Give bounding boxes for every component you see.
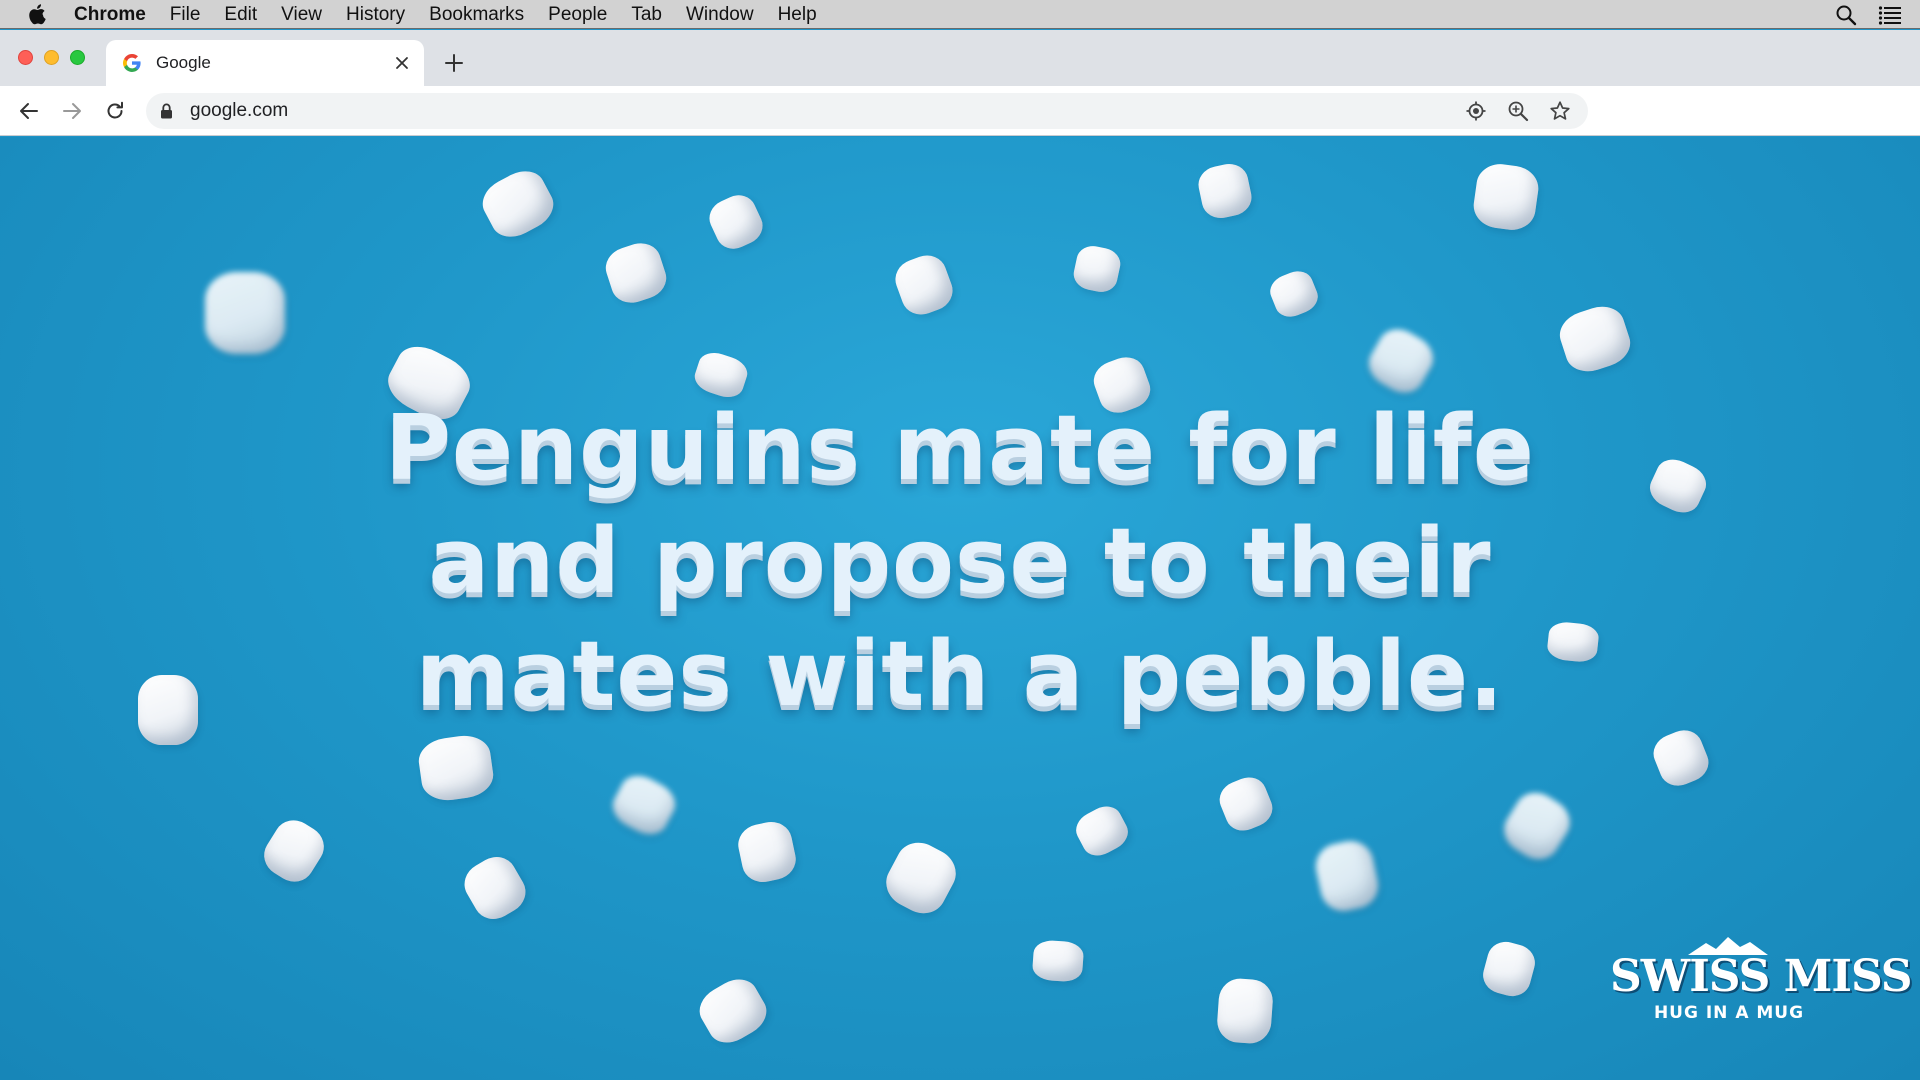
marshmallow-decoration bbox=[1648, 724, 1714, 792]
browser-tab-strip: Google bbox=[0, 30, 1920, 86]
marshmallow-decoration bbox=[692, 971, 774, 1051]
window-zoom-button[interactable] bbox=[70, 50, 85, 65]
marshmallow-decoration bbox=[600, 237, 672, 309]
menu-tab[interactable]: Tab bbox=[619, 0, 674, 29]
back-arrow-icon[interactable] bbox=[15, 97, 43, 125]
plus-icon[interactable] bbox=[439, 48, 469, 78]
tab-google[interactable]: Google bbox=[106, 40, 424, 86]
tab-title: Google bbox=[156, 53, 211, 72]
marshmallow-decoration bbox=[1070, 242, 1124, 296]
menu-history[interactable]: History bbox=[334, 0, 417, 29]
apple-icon[interactable] bbox=[26, 3, 50, 25]
google-g-icon bbox=[122, 53, 142, 73]
url-text[interactable]: google.com bbox=[190, 100, 1462, 122]
window-minimize-button[interactable] bbox=[44, 50, 59, 65]
forward-arrow-icon[interactable] bbox=[58, 97, 86, 125]
marshmallow-decoration bbox=[606, 768, 682, 842]
lock-icon[interactable] bbox=[160, 102, 176, 120]
address-bar[interactable]: google.com bbox=[146, 93, 1588, 129]
marshmallow-decoration bbox=[256, 812, 332, 890]
menu-help[interactable]: Help bbox=[766, 0, 829, 29]
marshmallow-decoration bbox=[1311, 836, 1383, 916]
browser-toolbar: google.com bbox=[0, 86, 1920, 136]
marshmallow-decoration bbox=[1215, 977, 1275, 1045]
marshmallow-decoration bbox=[1031, 939, 1085, 983]
menu-people[interactable]: People bbox=[536, 0, 619, 29]
brand-name: SWISS MISS bbox=[1610, 951, 1913, 1002]
marshmallow-decoration bbox=[138, 675, 198, 745]
headline-line: mates with a pebble. bbox=[415, 622, 1505, 727]
marshmallow-decoration bbox=[889, 249, 959, 321]
headline-line: and propose to their bbox=[428, 509, 1492, 614]
marshmallow-decoration bbox=[1479, 937, 1539, 1001]
macos-menu-bar: Chrome File Edit View History Bookmarks … bbox=[0, 0, 1920, 29]
marshmallow-decoration bbox=[1495, 784, 1579, 868]
window-close-button[interactable] bbox=[18, 50, 33, 65]
marshmallow-decoration bbox=[1265, 266, 1323, 322]
location-target-icon[interactable] bbox=[1462, 97, 1490, 125]
menu-edit[interactable]: Edit bbox=[212, 0, 269, 29]
swiss-miss-logo: SWISS MISS HUG IN A MUG bbox=[1610, 937, 1913, 1027]
marshmallow-decoration bbox=[878, 834, 964, 922]
marshmallow-decoration bbox=[1470, 160, 1542, 234]
marshmallow-decoration bbox=[1195, 160, 1255, 222]
bookmark-star-icon[interactable] bbox=[1546, 97, 1574, 125]
marshmallow-decoration bbox=[703, 189, 769, 255]
spotlight-search-icon[interactable] bbox=[1834, 3, 1858, 27]
brand-tagline: HUG IN A MUG bbox=[1653, 1003, 1805, 1023]
headline-line: Penguins mate for life bbox=[385, 396, 1535, 501]
zoom-in-icon[interactable] bbox=[1504, 97, 1532, 125]
marshmallow-decoration bbox=[734, 818, 800, 886]
marshmallow-decoration bbox=[205, 272, 285, 354]
close-icon[interactable] bbox=[390, 51, 414, 75]
marshmallow-decoration bbox=[475, 162, 561, 246]
menu-window[interactable]: Window bbox=[674, 0, 766, 29]
marshmallow-decoration bbox=[416, 732, 496, 804]
menu-file[interactable]: File bbox=[158, 0, 213, 29]
menubar-status-area bbox=[1834, 0, 1902, 29]
reload-icon[interactable] bbox=[101, 97, 129, 125]
page-content: Penguins mate for life and propose to th… bbox=[0, 137, 1920, 1080]
menu-bookmarks[interactable]: Bookmarks bbox=[417, 0, 536, 29]
control-center-list-icon[interactable] bbox=[1878, 3, 1902, 27]
marshmallow-decoration bbox=[1554, 300, 1636, 378]
marshmallow-decoration bbox=[1214, 771, 1278, 837]
menu-view[interactable]: View bbox=[269, 0, 334, 29]
menu-app-chrome[interactable]: Chrome bbox=[72, 0, 158, 29]
marshmallow-decoration bbox=[1070, 800, 1134, 862]
marshmallow-decoration bbox=[1361, 321, 1441, 401]
ad-headline: Penguins mate for life and propose to th… bbox=[260, 392, 1660, 731]
marshmallow-decoration bbox=[457, 849, 533, 927]
